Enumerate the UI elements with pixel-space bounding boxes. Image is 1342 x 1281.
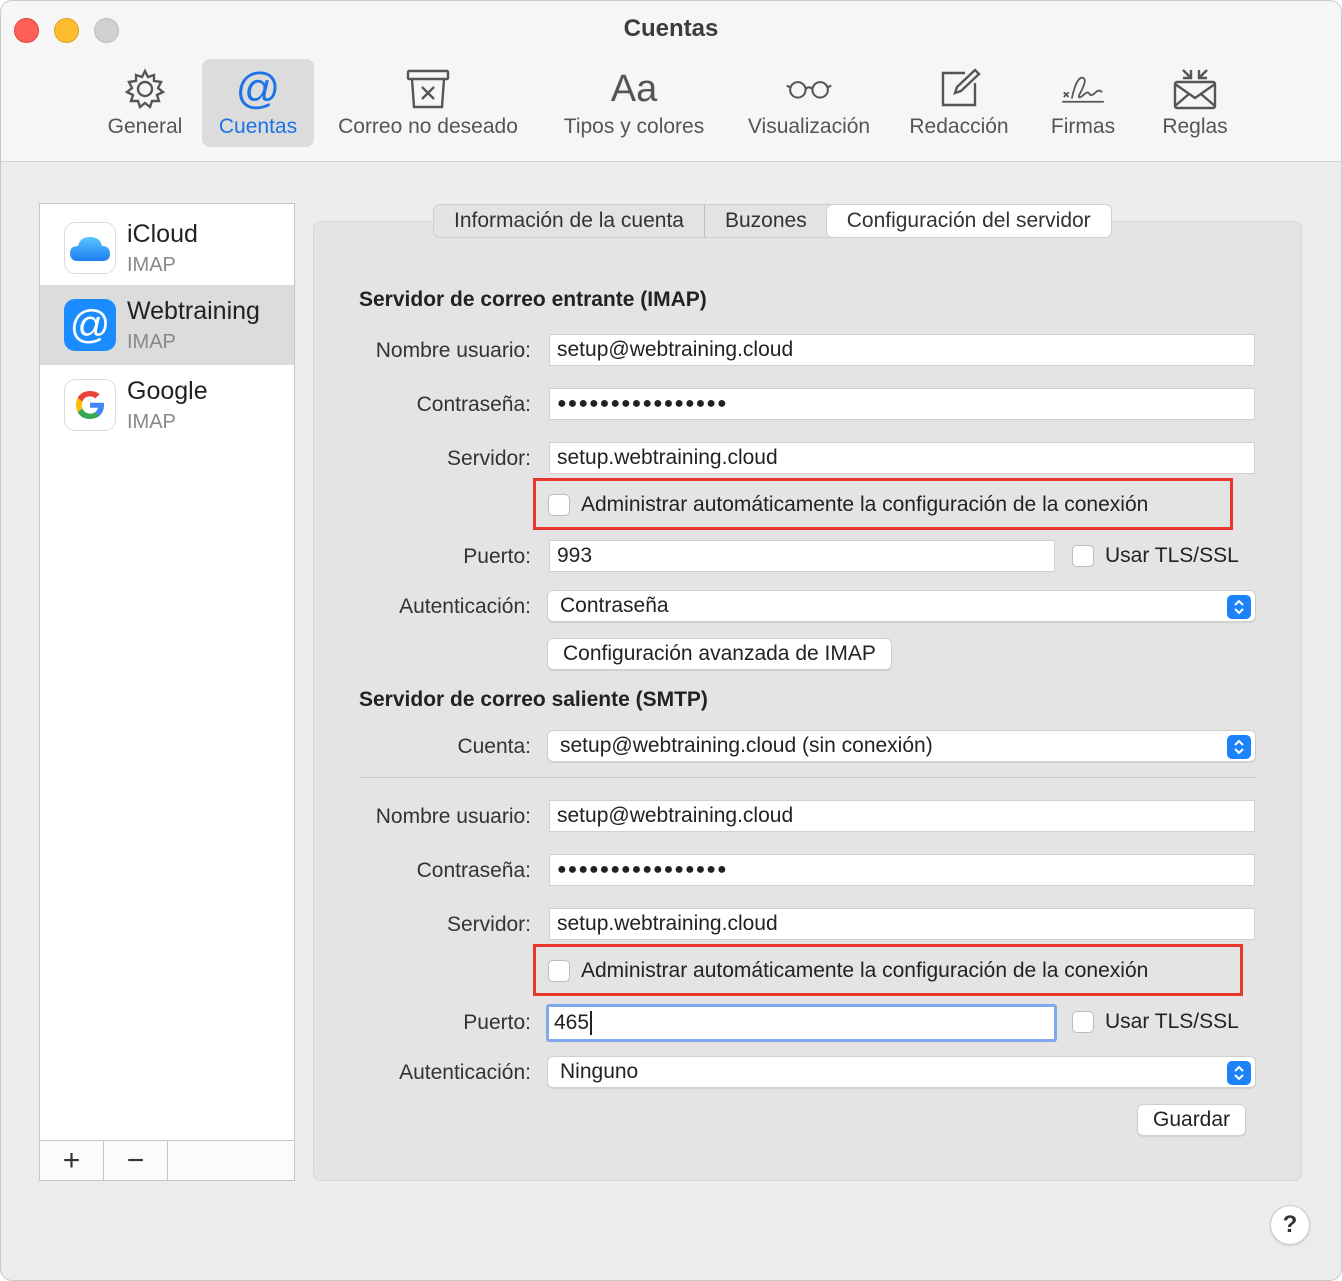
advanced-imap-button[interactable]: Configuración avanzada de IMAP <box>547 638 892 670</box>
outgoing-account-label: Cuenta: <box>457 735 531 758</box>
outgoing-username-label: Nombre usuario: <box>375 805 531 828</box>
outgoing-port-label: Puerto: <box>463 1011 531 1034</box>
chevron-updown-icon <box>1227 735 1251 759</box>
checkbox[interactable] <box>1072 1011 1094 1033</box>
outgoing-password-field[interactable]: ●●●●●●●●●●●●●●●● <box>549 854 1255 886</box>
checkbox[interactable] <box>548 494 570 516</box>
outgoing-auth-label: Autenticación: <box>399 1061 531 1084</box>
toolbar-viewing[interactable]: Visualización <box>734 59 884 147</box>
glasses-icon <box>785 65 833 113</box>
account-item-icloud[interactable]: iCloud IMAP <box>40 208 294 288</box>
tab-mailboxes[interactable]: Buzones <box>705 205 827 237</box>
window-title: Cuentas <box>623 15 719 42</box>
icloud-icon <box>64 222 116 274</box>
incoming-section-title: Servidor de correo entrante (IMAP) <box>359 288 707 311</box>
incoming-username-field[interactable]: setup@webtraining.cloud <box>549 334 1255 366</box>
titlebar: Cuentas General @ Cuentas Correo no dese… <box>1 1 1341 162</box>
add-account-button[interactable]: + <box>40 1141 104 1180</box>
toolbar-junk[interactable]: Correo no deseado <box>324 59 532 147</box>
preferences-window: Cuentas General @ Cuentas Correo no dese… <box>0 0 1342 1281</box>
toolbar-composing[interactable]: Redacción <box>898 59 1020 147</box>
incoming-username-label: Nombre usuario: <box>375 339 531 362</box>
incoming-server-field[interactable]: setup.webtraining.cloud <box>549 442 1255 474</box>
outgoing-tls-checkbox[interactable]: Usar TLS/SSL <box>1072 1010 1239 1034</box>
gear-icon <box>121 65 169 113</box>
outgoing-server-field[interactable]: setup.webtraining.cloud <box>549 908 1255 940</box>
incoming-password-field[interactable]: ●●●●●●●●●●●●●●●● <box>549 388 1255 420</box>
tab-account-info[interactable]: Información de la cuenta <box>434 205 705 237</box>
outgoing-username-field[interactable]: setup@webtraining.cloud <box>549 800 1255 832</box>
outgoing-password-label: Contraseña: <box>416 859 531 882</box>
chevron-updown-icon <box>1227 595 1251 619</box>
sidebar-footer: + − <box>40 1140 294 1180</box>
google-icon <box>64 379 116 431</box>
checkbox[interactable] <box>548 960 570 982</box>
outgoing-section-title: Servidor de correo saliente (SMTP) <box>359 688 708 711</box>
incoming-auth-label: Autenticación: <box>399 595 531 618</box>
at-icon: @ <box>64 299 116 351</box>
toolbar-rules[interactable]: Reglas <box>1149 59 1241 147</box>
incoming-password-label: Contraseña: <box>416 393 531 416</box>
outgoing-auto-manage-checkbox[interactable]: Administrar automáticamente la configura… <box>548 959 1148 983</box>
divider <box>359 777 1256 778</box>
text-caret <box>590 1011 593 1035</box>
checkbox[interactable] <box>1072 545 1094 567</box>
fonts-icon: Aa <box>610 67 658 110</box>
rules-icon <box>1171 65 1219 113</box>
svg-text:@: @ <box>236 66 281 112</box>
incoming-port-field[interactable]: 993 <box>549 540 1055 572</box>
account-tabs: Información de la cuenta Buzones Configu… <box>433 204 1112 238</box>
incoming-auth-select[interactable]: Contraseña <box>547 590 1256 622</box>
tab-server-settings[interactable]: Configuración del servidor <box>826 205 1111 237</box>
help-button[interactable]: ? <box>1270 1205 1310 1245</box>
save-button[interactable]: Guardar <box>1137 1104 1247 1136</box>
outgoing-port-field[interactable]: 465 <box>546 1004 1057 1042</box>
remove-account-button[interactable]: − <box>104 1141 168 1180</box>
signature-icon <box>1059 65 1107 113</box>
svg-text:@: @ <box>70 303 111 347</box>
outgoing-auth-select[interactable]: Ninguno <box>547 1056 1256 1088</box>
at-icon: @ <box>234 65 282 113</box>
incoming-auto-manage-checkbox[interactable]: Administrar automáticamente la configura… <box>548 493 1148 517</box>
incoming-tls-checkbox[interactable]: Usar TLS/SSL <box>1072 544 1239 568</box>
chevron-updown-icon <box>1227 1061 1251 1085</box>
outgoing-server-label: Servidor: <box>446 913 531 936</box>
junk-icon <box>404 65 452 113</box>
compose-icon <box>935 65 983 113</box>
toolbar-signatures[interactable]: Firmas <box>1039 59 1127 147</box>
incoming-port-label: Puerto: <box>463 545 531 568</box>
outgoing-account-select[interactable]: setup@webtraining.cloud (sin conexión) <box>547 730 1256 762</box>
incoming-server-label: Servidor: <box>446 447 531 470</box>
toolbar-cuentas[interactable]: @ Cuentas <box>202 59 314 147</box>
toolbar-general[interactable]: General <box>96 59 194 147</box>
toolbar-fonts[interactable]: Aa Tipos y colores <box>549 59 719 147</box>
